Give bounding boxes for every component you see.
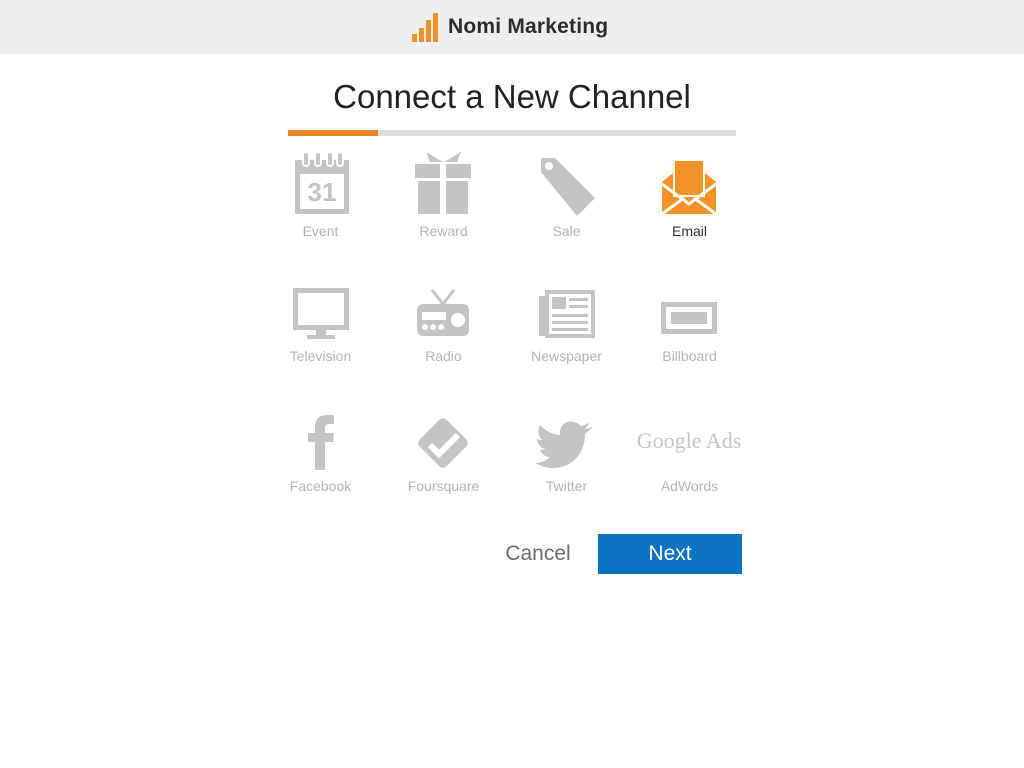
channel-label: AdWords: [660, 478, 719, 494]
svg-text:31: 31: [308, 177, 337, 207]
channel-label: Twitter: [545, 478, 588, 494]
page-title: Connect a New Channel: [333, 78, 691, 115]
channel-television[interactable]: Television: [259, 282, 382, 382]
channel-event[interactable]: 31 Event: [259, 146, 382, 246]
channel-foursquare[interactable]: Foursquare: [382, 412, 505, 512]
svg-text:Google Ads: Google Ads: [637, 428, 742, 453]
channel-label: Newspaper: [531, 348, 602, 364]
channel-grid: 31 Event Reward Sale Email Television Ra…: [259, 146, 751, 506]
channel-label: Sale: [552, 223, 581, 239]
channel-twitter[interactable]: Twitter: [505, 412, 628, 512]
progress-bar-fill: [288, 130, 378, 136]
channel-label: Event: [302, 223, 339, 239]
channel-adwords[interactable]: Google Ads AdWords: [628, 412, 751, 512]
brand: Nomi Marketing: [412, 12, 608, 42]
channel-newspaper[interactable]: Newspaper: [505, 282, 628, 382]
channel-email[interactable]: Email: [628, 146, 751, 246]
gift-icon: [415, 152, 471, 214]
next-button[interactable]: Next: [598, 534, 742, 574]
envelope-icon: [661, 159, 717, 216]
channel-radio[interactable]: Radio: [382, 282, 505, 382]
channel-facebook[interactable]: Facebook: [259, 412, 382, 512]
cancel-button[interactable]: Cancel: [478, 534, 598, 574]
channel-sale[interactable]: Sale: [505, 146, 628, 246]
channel-label: Email: [671, 223, 707, 239]
channel-reward[interactable]: Reward: [382, 146, 505, 246]
channel-label: Television: [289, 348, 352, 364]
channel-label: Facebook: [289, 478, 352, 494]
tag-icon: [541, 158, 595, 216]
channel-label: Billboard: [662, 348, 717, 364]
brand-name: Nomi Marketing: [448, 15, 609, 38]
bar-chart-logo-icon: [412, 12, 440, 42]
top-bar: Nomi Marketing: [0, 0, 1024, 54]
channel-billboard[interactable]: Billboard: [628, 282, 751, 382]
channel-label: Radio: [425, 348, 462, 364]
channel-label: Reward: [419, 223, 468, 239]
progress-bar: [288, 130, 736, 136]
channel-label: Foursquare: [407, 478, 480, 494]
calendar-icon: 31: [295, 151, 349, 214]
